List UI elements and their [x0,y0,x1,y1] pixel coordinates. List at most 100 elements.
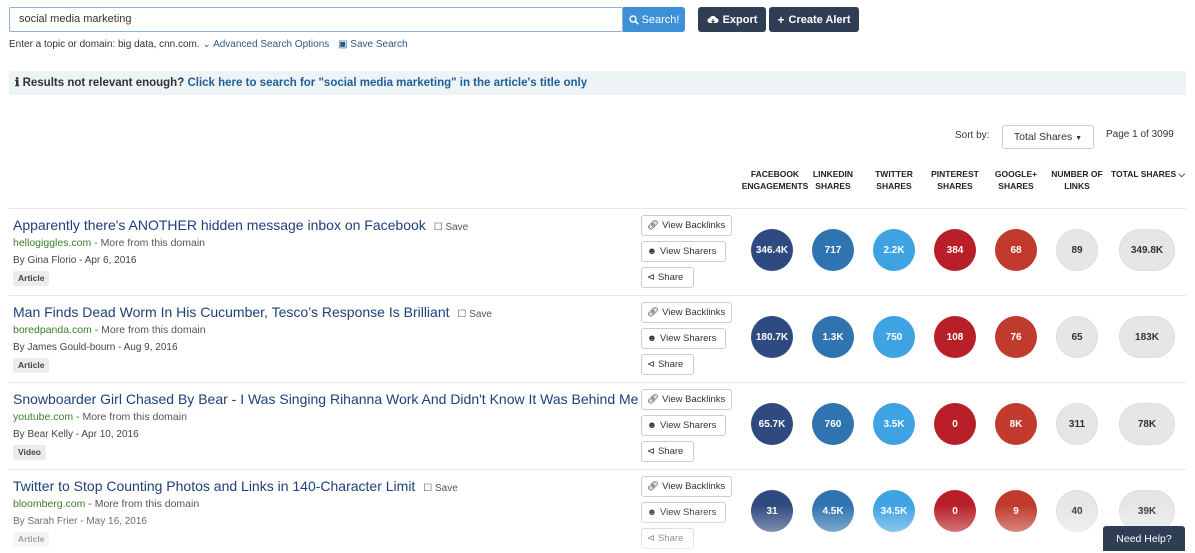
info-icon: ℹ [15,77,20,89]
col-links[interactable]: Number of Links [1042,168,1112,192]
row-divider [9,295,1186,296]
result-domain: youtube.com - More from this domain [13,411,187,423]
total-shares: 183K [1119,316,1175,358]
pinterest-count: 0 [934,403,976,445]
col-google[interactable]: Google+ Shares [981,168,1051,192]
share-icon: ⊲ [647,359,655,370]
export-button[interactable]: Export [698,7,766,32]
cloud-download-icon [707,15,719,23]
result-title[interactable]: Snowboarder Girl Chased By Bear - I Was … [13,391,638,407]
users-icon: ☻ [647,420,657,431]
result-title[interactable]: Man Finds Dead Worm In His Cucumber, Tes… [13,304,492,320]
create-alert-button[interactable]: + Create Alert [769,7,859,32]
view-backlinks-button[interactable]: 🔗︎ View Backlinks [641,476,732,497]
pinterest-count: 384 [934,229,976,271]
facebook-count: 346.4K [751,229,793,271]
save-search-link[interactable]: ▣ Save Search [338,39,408,50]
linkedin-count: 717 [812,229,854,271]
chevron-down-icon: ⌄ [202,39,211,50]
page-info: Page 1 of 3099 [1106,129,1174,140]
twitter-count: 3.5K [873,403,915,445]
view-sharers-button[interactable]: ☻ View Sharers [641,415,726,436]
search-hint: Enter a topic or domain: big data, cnn.c… [9,39,408,50]
share-icon: ⊲ [647,446,655,457]
result-domain: boredpanda.com - More from this domain [13,324,206,336]
result-byline: By Bear Kelly - Apr 10, 2016 [13,429,139,440]
need-help-button[interactable]: Need Help? [1103,526,1185,551]
pinterest-count: 108 [934,316,976,358]
col-linkedin[interactable]: LinkedIn Shares [798,168,868,192]
share-button[interactable]: ⊲ Share [641,528,694,549]
link-icon: 🔗︎ [647,481,660,492]
content-type-badge: Video [13,445,46,460]
twitter-count: 2.2K [873,229,915,271]
twitter-count: 750 [873,316,915,358]
content-type-badge: Article [13,532,50,547]
col-twitter[interactable]: Twitter Shares [859,168,929,192]
title-only-search-link[interactable]: Click here to search for "social media m… [187,77,587,89]
facebook-count: 65.7K [751,403,793,445]
share-button[interactable]: ⊲ Share [641,441,694,462]
share-icon: ⊲ [647,533,655,544]
col-pinterest[interactable]: Pinterest Shares [920,168,990,192]
sort-select[interactable]: Total Shares ▼ [1002,125,1094,149]
linkedin-count: 760 [812,403,854,445]
sort-label: Sort by: [955,130,990,141]
row-divider [9,469,1186,470]
google-count: 8K [995,403,1037,445]
view-sharers-button[interactable]: ☻ View Sharers [641,502,726,523]
google-count: 68 [995,229,1037,271]
view-sharers-button[interactable]: ☻ View Sharers [641,241,726,262]
linkedin-count: 4.5K [812,490,854,532]
advanced-search-link[interactable]: ⌄ Advanced Search Options [202,39,332,50]
view-backlinks-button[interactable]: 🔗︎ View Backlinks [641,302,732,323]
search-icon [628,14,639,25]
total-shares: 349.8K [1119,229,1175,271]
save-link[interactable]: ☐ Save [457,309,492,320]
result-byline: By Sarah Frier - May 16, 2016 [13,516,147,527]
result-title[interactable]: Apparently there's ANOTHER hidden messag… [13,217,468,233]
google-count: 76 [995,316,1037,358]
save-icon: ▣ [338,39,348,50]
result-domain: hellogiggles.com - More from this domain [13,237,206,249]
relevance-notice: ℹ Results not relevant enough? Click her… [9,71,1186,95]
row-divider [9,208,1186,209]
users-icon: ☻ [647,507,657,518]
notice-prefix: Results not relevant enough? [22,77,185,89]
save-link[interactable]: ☐ Save [434,222,469,233]
col-total[interactable]: Total Shares ⌵ [1108,168,1188,180]
view-sharers-button[interactable]: ☻ View Sharers [641,328,726,349]
link-icon: 🔗︎ [647,394,660,405]
hint-text: Enter a topic or domain: big data, cnn.c… [9,39,200,50]
search-input[interactable]: social media marketing [9,7,623,32]
share-button[interactable]: ⊲ Share [641,354,694,375]
caret-down-icon: ▼ [1075,135,1083,142]
google-count: 9 [995,490,1037,532]
create-alert-label: Create Alert [788,13,851,26]
total-shares: 78K [1119,403,1175,445]
share-button[interactable]: ⊲ Share [641,267,694,288]
links-count: 40 [1056,490,1098,532]
facebook-count: 31 [751,490,793,532]
result-byline: By Gina Florio - Apr 6, 2016 [13,255,137,266]
content-type-badge: Article [13,358,50,373]
view-backlinks-button[interactable]: 🔗︎ View Backlinks [641,389,732,410]
plus-icon: + [777,12,785,27]
search-button-label: Search! [641,13,680,26]
users-icon: ☻ [647,333,657,344]
view-backlinks-button[interactable]: 🔗︎ View Backlinks [641,215,732,236]
linkedin-count: 1.3K [812,316,854,358]
facebook-count: 180.7K [751,316,793,358]
links-count: 65 [1056,316,1098,358]
result-domain: bloomberg.com - More from this domain [13,498,200,510]
save-link[interactable]: ☐ Save [423,483,458,494]
result-title[interactable]: Twitter to Stop Counting Photos and Link… [13,478,458,494]
link-icon: 🔗︎ [647,220,660,231]
users-icon: ☻ [647,246,657,257]
links-count: 311 [1056,403,1098,445]
search-button[interactable]: Search! [623,7,685,32]
result-byline: By James Gould-bourn - Aug 9, 2016 [13,342,178,353]
chevron-down-icon: ⌵ [1178,169,1185,179]
export-label: Export [722,13,758,26]
links-count: 89 [1056,229,1098,271]
